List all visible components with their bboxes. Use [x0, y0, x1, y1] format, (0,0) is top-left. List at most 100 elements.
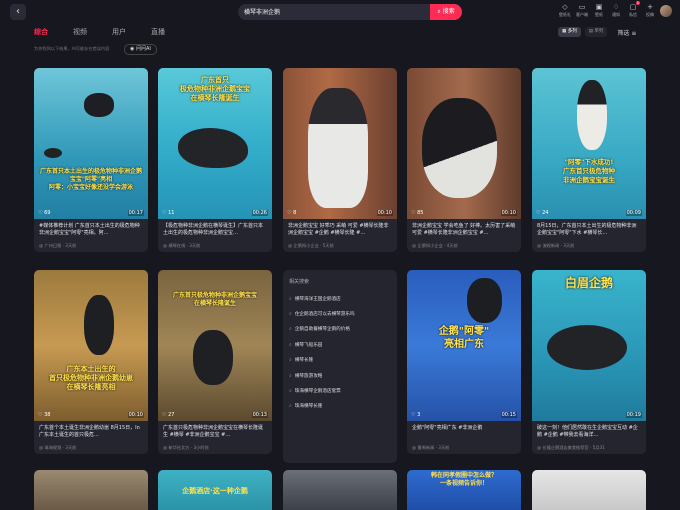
related-search-item[interactable]: ⌕ 横琴飞船乐园	[289, 337, 391, 352]
video-author[interactable]: 澳视新闻	[543, 243, 560, 248]
tab-video[interactable]: 视频	[73, 27, 87, 37]
video-title[interactable]: 8月15日，广东首只本土出生的极危物种非洲企鹅宝宝"阿零"下水 #横琴长…	[532, 219, 646, 241]
related-search-item[interactable]: ⌕ 珠海横琴企鹅酒店套票	[289, 383, 391, 398]
tab-all[interactable]: 综合	[34, 27, 48, 37]
video-card[interactable]: "阿零"下水成功! 广东首只极危物种 非洲企鹅宝宝诞生 ♡ 24 00:09 8…	[532, 68, 646, 252]
video-thumbnail[interactable]: 广东本土出生的 首只极危物种非洲企鹅幼崽 在横琴长隆亮相 ♡ 38 00:10	[34, 270, 148, 421]
toolbar-label: 私信	[629, 12, 637, 17]
video-thumbnail[interactable]: 白眉企鹅 00:19	[532, 270, 646, 421]
search-icon: ⌕	[289, 326, 292, 333]
video-title[interactable]: 【极危物种非洲企鹅在横琴诞生】广东首只本土出生的极危物种非洲企鹅宝宝…	[158, 219, 272, 241]
search-icon: ⌕	[289, 295, 292, 302]
heart-icon: ♡	[38, 412, 43, 418]
penguin-shape	[44, 148, 62, 158]
video-title[interactable]: 破这一刻！他们居然敢在生企鹅宝宝互动 #企鹅 #企鹅 #带我去看海洋…	[532, 421, 646, 443]
video-card[interactable]: ♡ 8 00:10 非洲企鹅宝宝 好乖巧 采萌 可爱 #横琴长隆非洲企鹅宝宝 #…	[283, 68, 397, 252]
video-title[interactable]: 非洲企鹅宝宝 好乖巧 采萌 可爱 #横琴长隆非洲企鹅宝宝 #企鹅 #横琴长隆 #…	[283, 219, 397, 241]
toolbar-item-client[interactable]: ▭ 客户端	[575, 2, 589, 18]
penguin-shape	[467, 278, 502, 323]
video-duration: 00:10	[500, 210, 517, 216]
video-card[interactable]: 企鹅"阿零" 亮相广东 ♡ 3 00:15 企鹅"阿零"亮相广东 #非洲企鹅 @…	[407, 270, 521, 454]
search-icon: ⌕	[289, 357, 292, 364]
related-search-label: 珠海横琴企鹅酒店套票	[294, 389, 341, 395]
video-author[interactable]: 珠海视频	[45, 445, 62, 450]
related-search-item[interactable]: ⌕ 横琴长隆	[289, 353, 391, 368]
related-search-item[interactable]: ⌕ 珠海横琴长隆	[289, 399, 391, 414]
search-icon: ⌕	[289, 341, 292, 348]
video-author[interactable]: 企鹅知小企业	[418, 243, 443, 248]
video-thumbnail-partial[interactable]: 企鹅酒店·这一种企鹅	[158, 470, 272, 510]
like-count: ♡ 38	[38, 412, 50, 418]
back-button[interactable]: ‹	[10, 4, 26, 20]
video-thumbnail[interactable]: "阿零"下水成功! 广东首只极危物种 非洲企鹅宝宝诞生 ♡ 24 00:09	[532, 68, 646, 219]
tab-live[interactable]: 直播	[151, 27, 165, 37]
video-thumbnail[interactable]: 广东首只极危物种非洲企鹅宝宝 在横琴长隆诞生 ♡ 27 00:13	[158, 270, 272, 421]
single-column-label: 单列	[594, 29, 604, 34]
tab-user[interactable]: 用户	[112, 27, 126, 37]
toolbar-item-gift[interactable]: ◇ 壁纸礼	[558, 2, 572, 18]
video-thumbnail-partial[interactable]: 韩在同孝假圈中怎么做？ 一条视频告诉你！	[407, 470, 521, 510]
video-title[interactable]: 非洲企鹅宝宝 学会吃鱼了 好棒。太厉害了采萌 可爱 #横琴长隆非洲企鹅宝宝 #…	[407, 219, 521, 241]
chevron-left-icon: ‹	[16, 6, 20, 17]
toolbar-item-upload[interactable]: + 投稿	[643, 2, 657, 18]
video-thumbnail[interactable]: 广东首只本土出生的极危物种非洲企鹅宝宝"阿零"亮相 阿零：小宝宝好像还没学会游泳…	[34, 68, 148, 219]
related-search-item[interactable]: ⌕ 横琴旅游攻略	[289, 368, 391, 383]
video-title[interactable]: 广东首只极危物种非洲企鹅宝宝在横琴长隆诞生 #横琴 #非洲企鹅宝宝 #…	[158, 421, 272, 443]
video-card[interactable]: 广东本土出生的 首只极危物种非洲企鹅幼崽 在横琴长隆亮相 ♡ 38 00:10 …	[34, 270, 148, 454]
ask-ai-chip[interactable]: ◉ 问问AI	[124, 44, 157, 55]
video-title[interactable]: 企鹅"阿零"亮相广东 #非洲企鹅	[407, 421, 521, 443]
like-count-value: 38	[44, 412, 51, 418]
related-search-item[interactable]: ⌕ 住企鹅酒店可以去横琴游乐吗	[289, 306, 391, 321]
video-meta: @ 澳视新闻 · 3天前	[537, 243, 575, 248]
video-author[interactable]: 番禺新闻	[418, 445, 435, 450]
search-input[interactable]: 横琴非洲企鹅	[244, 7, 280, 16]
multi-column-button[interactable]: ▦ 多列	[558, 27, 581, 37]
penguin-shape	[577, 80, 607, 150]
video-card[interactable]: ♡ 85 00:10 非洲企鹅宝宝 学会吃鱼了 好棒。太厉害了采萌 可爱 #横琴…	[407, 68, 521, 252]
toolbar-item-notify[interactable]: ♢ 通知	[609, 2, 623, 18]
like-count-value: 27	[168, 412, 175, 418]
video-thumbnail[interactable]: 企鹅"阿零" 亮相广东 ♡ 3 00:15	[407, 270, 521, 421]
toolbar-item-wallpaper[interactable]: ▣ 壁纸	[592, 2, 606, 18]
video-caption: "阿零"下水成功! 广东首只极危物种 非洲企鹅宝宝诞生	[563, 158, 615, 184]
search-box[interactable]: 横琴非洲企鹅 ⌕ 搜索	[238, 4, 462, 20]
toolbar-item-message[interactable]: 1 ▢ 私信	[626, 1, 640, 18]
video-author[interactable]: 横琴在线	[169, 243, 186, 248]
video-thumbnail-partial[interactable]	[283, 470, 397, 510]
heart-icon: ♡	[411, 412, 416, 418]
video-author[interactable]: 企鹅知小企业	[294, 243, 319, 248]
video-card[interactable]: 广东首只本土出生的极危物种非洲企鹅宝宝"阿零"亮相 阿零：小宝宝好像还没学会游泳…	[34, 68, 148, 252]
ask-ai-label: 问问AI	[135, 46, 151, 52]
video-card[interactable]: 白眉企鹅 00:19 破这一刻！他们居然敢在生企鹅宝宝互动 #企鹅 #企鹅 #带…	[532, 270, 646, 454]
video-thumbnail-partial[interactable]	[532, 470, 646, 510]
toolbar-label: 壁纸	[595, 12, 603, 17]
video-title[interactable]: 广东首个本土诞生非洲企鹅幼崽 8月15日，In广东本土诞生的首只极危…	[34, 421, 148, 443]
video-meta: @ 企鹅知小企业 · 4天前	[412, 243, 458, 248]
like-count: ♡ 69	[38, 210, 50, 216]
filter-button[interactable]: 筛选 ≡	[617, 28, 636, 37]
toolbar-label: 投稿	[646, 12, 654, 17]
single-column-button[interactable]: ▤ 单列	[584, 27, 608, 37]
video-author[interactable]: 新华社北方	[169, 445, 190, 450]
video-author[interactable]: 长隆企鹅酒店美食推荐官	[543, 445, 589, 450]
search-button[interactable]: ⌕ 搜索	[430, 4, 462, 20]
video-author[interactable]: 广州日报	[45, 243, 62, 248]
video-card[interactable]: 广东首只极危物种非洲企鹅宝宝 在横琴长隆诞生 ♡ 27 00:13 广东首只极危…	[158, 270, 272, 454]
video-thumbnail[interactable]: ♡ 8 00:10	[283, 68, 397, 219]
related-search-item[interactable]: ⌕ 企鹅自助餐横琴企鹅的价格	[289, 322, 391, 337]
like-count: ♡ 8	[287, 210, 296, 216]
like-count: ♡ 24	[536, 210, 548, 216]
video-meta: @ 长隆企鹅酒店美食推荐官 · 5月31	[537, 445, 605, 450]
video-card[interactable]: 广东首只 极危物种非洲企鹅宝宝 在横琴长隆诞生 ♡ 11 00:26 【极危物种…	[158, 68, 272, 252]
video-thumbnail[interactable]: 广东首只 极危物种非洲企鹅宝宝 在横琴长隆诞生 ♡ 11 00:26	[158, 68, 272, 219]
grid-icon: ▦	[562, 29, 567, 34]
avatar[interactable]	[660, 5, 672, 17]
video-title[interactable]: #媒体推荐计划 广东首只本土出生的极危物种非洲企鹅宝宝"阿零"亮相。阿…	[34, 219, 148, 241]
heart-icon: ♡	[162, 210, 167, 216]
like-count-value: 24	[542, 210, 549, 216]
video-thumbnail-partial[interactable]	[34, 470, 148, 510]
video-date: 3小时前	[193, 445, 209, 450]
video-thumbnail[interactable]: ♡ 85 00:10	[407, 68, 521, 219]
related-search-item[interactable]: ⌕ 横琴海洋王国企鹅酒店	[289, 291, 391, 306]
like-count: ♡ 3	[411, 412, 420, 418]
